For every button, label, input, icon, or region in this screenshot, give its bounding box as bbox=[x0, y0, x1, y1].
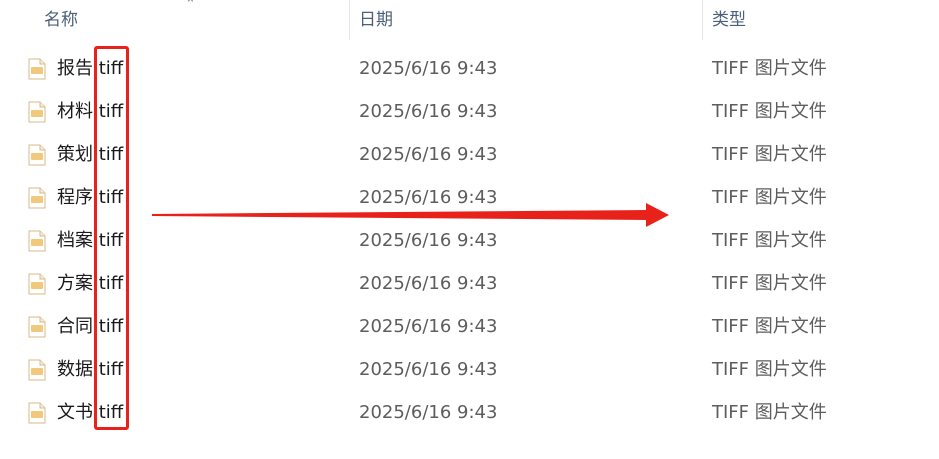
tiff-file-icon bbox=[28, 402, 46, 424]
arrow-annotation bbox=[152, 203, 669, 227]
file-type: TIFF 图片文件 bbox=[712, 273, 827, 294]
highlight-box bbox=[94, 46, 129, 430]
file-type: TIFF 图片文件 bbox=[712, 316, 827, 337]
column-header: 名称 ⌃ 日期 类型 bbox=[0, 0, 939, 40]
column-type-header[interactable]: 类型 bbox=[712, 0, 746, 40]
column-date-header[interactable]: 日期 bbox=[359, 0, 393, 40]
file-row[interactable]: 数据.tiff 2025/6/16 9:43 TIFF 图片文件 bbox=[0, 348, 939, 391]
file-row[interactable]: 策划.tiff 2025/6/16 9:43 TIFF 图片文件 bbox=[0, 133, 939, 176]
file-type: TIFF 图片文件 bbox=[712, 144, 827, 165]
file-type: TIFF 图片文件 bbox=[712, 101, 827, 122]
column-name-header[interactable]: 名称 bbox=[44, 0, 78, 40]
file-row[interactable]: 方案.tiff 2025/6/16 9:43 TIFF 图片文件 bbox=[0, 262, 939, 305]
file-row[interactable]: 合同.tiff 2025/6/16 9:43 TIFF 图片文件 bbox=[0, 305, 939, 348]
tiff-file-icon bbox=[28, 230, 46, 252]
file-date: 2025/6/16 9:43 bbox=[359, 402, 498, 423]
tiff-file-icon bbox=[28, 273, 46, 295]
file-date: 2025/6/16 9:43 bbox=[359, 101, 498, 122]
file-date: 2025/6/16 9:43 bbox=[359, 359, 498, 380]
column-divider[interactable] bbox=[349, 0, 350, 40]
file-type: TIFF 图片文件 bbox=[712, 359, 827, 380]
tiff-file-icon bbox=[28, 58, 46, 80]
file-row[interactable]: 报告.tiff 2025/6/16 9:43 TIFF 图片文件 bbox=[0, 47, 939, 90]
file-date: 2025/6/16 9:43 bbox=[359, 58, 498, 79]
chevron-up-icon: ⌃ bbox=[185, 0, 196, 12]
tiff-file-icon bbox=[28, 359, 46, 381]
tiff-file-icon bbox=[28, 316, 46, 338]
file-row[interactable]: 材料.tiff 2025/6/16 9:43 TIFF 图片文件 bbox=[0, 90, 939, 133]
tiff-file-icon bbox=[28, 101, 46, 123]
tiff-file-icon bbox=[28, 187, 46, 209]
file-type: TIFF 图片文件 bbox=[712, 402, 827, 423]
file-date: 2025/6/16 9:43 bbox=[359, 316, 498, 337]
file-type: TIFF 图片文件 bbox=[712, 230, 827, 251]
column-divider[interactable] bbox=[702, 0, 703, 40]
file-date: 2025/6/16 9:43 bbox=[359, 273, 498, 294]
tiff-file-icon bbox=[28, 144, 46, 166]
file-row[interactable]: 文书.tiff 2025/6/16 9:43 TIFF 图片文件 bbox=[0, 391, 939, 434]
file-date: 2025/6/16 9:43 bbox=[359, 144, 498, 165]
file-type: TIFF 图片文件 bbox=[712, 187, 827, 208]
file-type: TIFF 图片文件 bbox=[712, 58, 827, 79]
